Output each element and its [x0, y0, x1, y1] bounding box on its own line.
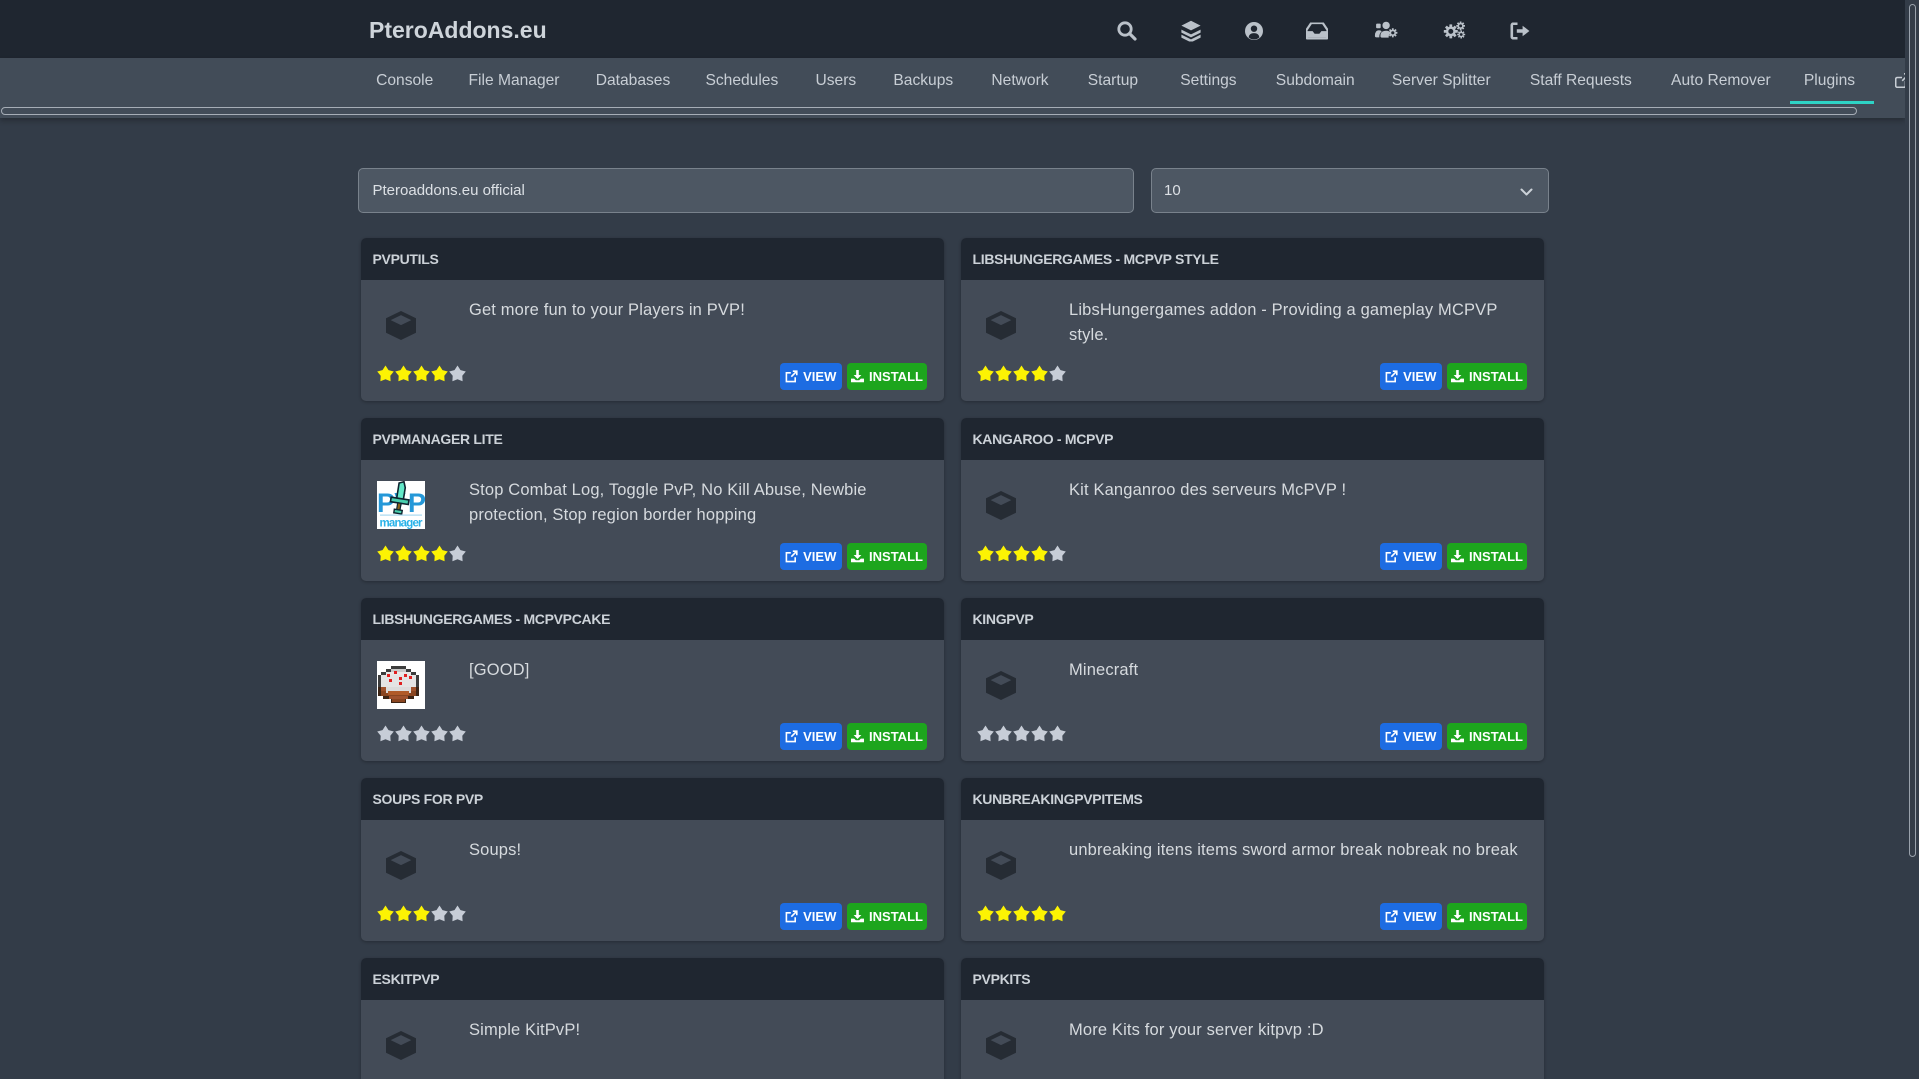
svg-text:P: P	[408, 488, 425, 518]
svg-text:P: P	[377, 488, 395, 518]
svg-text:manager: manager	[379, 518, 423, 530]
